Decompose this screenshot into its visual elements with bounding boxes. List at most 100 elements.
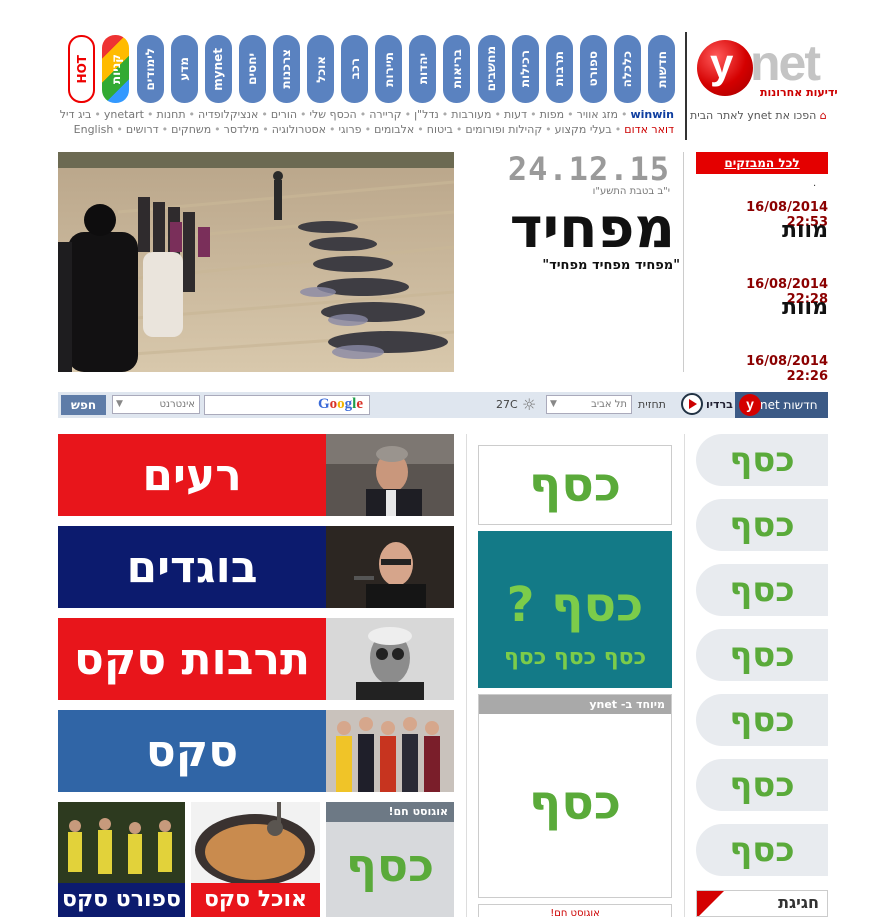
promo-banner[interactable]: רעים (58, 434, 454, 516)
nav-pill[interactable]: מדע (170, 35, 198, 103)
radio-news-label: חדשות net (760, 398, 818, 412)
money-ad-pill[interactable]: כסף (696, 759, 828, 811)
nav-pill[interactable]: רכב (341, 35, 369, 103)
nav-link[interactable]: מילדסר (224, 123, 260, 136)
main-story-photo[interactable] (58, 152, 454, 372)
person-photo (326, 526, 454, 608)
nav-link[interactable]: דואר אדום (624, 123, 674, 136)
nav-pill-label: יחסים (245, 53, 260, 85)
money-ad-word: כסף (729, 505, 795, 545)
search-scope-select[interactable]: ▼ אינטרנט (112, 395, 200, 414)
home-icon: ⌂ (819, 109, 827, 122)
money-ad-pill[interactable]: כסף (696, 564, 828, 616)
question-ad[interactable]: כסף ? כסף כסף כסף (478, 531, 672, 688)
food-tile[interactable]: אוכל סקס (191, 802, 320, 917)
separator-dot: • (567, 108, 574, 121)
separator-dot: • (300, 108, 307, 121)
all-breaking-news-link[interactable]: לכל המבזקים (696, 152, 828, 174)
ad-box[interactable]: כסף (478, 445, 672, 525)
ynet-radio-logo: y (739, 394, 761, 416)
nav-link[interactable]: מעורבות (451, 108, 491, 121)
nav-link[interactable]: הכסף שלי (310, 108, 357, 121)
august-tile-header: אוגוסט חם! (326, 802, 454, 822)
money-ad-pill[interactable]: כסף (696, 694, 828, 746)
nav-link[interactable]: קריירה (369, 108, 401, 121)
money-ad-pill[interactable]: כסף (696, 499, 828, 551)
nav-link[interactable]: English (74, 123, 114, 136)
nav-link[interactable]: משחקים (171, 123, 211, 136)
nav-pill[interactable]: mynet (204, 35, 232, 103)
celebration-box[interactable]: חגיגת (696, 890, 828, 917)
separator-dot: • (620, 108, 628, 121)
ynet-logo-text[interactable]: net (750, 34, 821, 92)
group-photo (326, 710, 454, 792)
money-ad-pill[interactable]: כסף (696, 629, 828, 681)
ynet-logo-ball[interactable]: y (697, 40, 753, 96)
money-ad-pill[interactable]: כסף (696, 824, 828, 876)
nav-link[interactable]: אנציקלופדיה (198, 108, 258, 121)
city-select[interactable]: ▼ תל אביב (546, 395, 632, 414)
promo-banner[interactable]: תרבות סקס (58, 618, 454, 700)
nav-link[interactable]: דרושים (126, 123, 159, 136)
nav-link[interactable]: מזג אוויר (577, 108, 618, 121)
nav-link[interactable]: winwin (630, 108, 674, 121)
promo-banner[interactable]: בוגדים (58, 526, 454, 608)
google-letter: o (337, 396, 345, 412)
nav-pill[interactable]: יהדות (409, 35, 437, 103)
nav-pill[interactable]: צרכנות (272, 35, 300, 103)
nav-pill[interactable]: בריאות (443, 35, 471, 103)
nav-link[interactable]: קהילות ופורומים (465, 123, 542, 136)
nav-pill[interactable]: ספורט (579, 35, 607, 103)
special-ad[interactable]: מיוחד ב- ynet כסף (478, 694, 672, 898)
nav-pill[interactable]: חדשות (648, 35, 675, 103)
sport-tile[interactable]: ספורט סקס (58, 802, 185, 917)
person-photo (326, 618, 454, 700)
nav-link[interactable]: ביטוח (427, 123, 453, 136)
nav-pill[interactable]: מחשבים (477, 35, 505, 103)
nav-pill-label: תרבות (552, 51, 567, 87)
city-value: תל אביב (591, 399, 627, 410)
corner-ribbon (697, 891, 724, 916)
nav-pill[interactable]: כלכלה (613, 35, 641, 103)
nav-link[interactable]: הורים (271, 108, 297, 121)
set-homepage-link[interactable]: ⌂ הפכו את ynet לאתר הבית (690, 109, 827, 122)
play-icon[interactable] (681, 393, 703, 415)
nav-link[interactable]: אלבומים (374, 123, 414, 136)
nav-pill-label: צרכנות (279, 49, 294, 89)
nav-link[interactable]: ביג דיל (60, 108, 92, 121)
nav-link[interactable]: ynetart (104, 108, 144, 121)
ticker-divider (683, 152, 684, 372)
sport-tile-label: ספורט סקס (58, 883, 185, 917)
nav-pill[interactable]: קניות (102, 35, 130, 103)
nav-pill[interactable]: יחסים (238, 35, 266, 103)
ticker-headline[interactable]: מוות (708, 295, 828, 320)
radio-label[interactable]: ברדיו (706, 398, 733, 411)
money-ad-pill[interactable]: כסף (696, 434, 828, 486)
separator-dot: • (188, 108, 196, 121)
main-subheadline[interactable]: "מפחיד מפחיד מפחיד" (465, 258, 680, 273)
ad-word: כסף (528, 457, 622, 513)
august-tile[interactable]: אוגוסט חם! כסף (326, 802, 454, 917)
nav-pill[interactable]: תיירות (375, 35, 403, 103)
nav-pill[interactable]: תרבות (545, 35, 573, 103)
nav-pill-label: מחשבים (484, 46, 498, 92)
nav-pill[interactable]: לימודים (136, 35, 164, 103)
nav-link[interactable]: דעות (504, 108, 527, 121)
forecast-link[interactable]: תחזית (638, 398, 666, 411)
nav-link[interactable]: אסטרולוגיה (272, 123, 326, 136)
nav-link[interactable]: מפות (540, 108, 565, 121)
nav-pill[interactable]: אוכל (307, 35, 334, 103)
nav-link[interactable]: נדל"ן (414, 108, 439, 121)
nav-link[interactable]: תחנות (157, 108, 186, 121)
ticker-headline[interactable]: מוות (708, 218, 828, 243)
nav-pill[interactable]: HOT (68, 35, 96, 103)
nav-link[interactable]: בעלי מקצוע (555, 123, 612, 136)
nav-pill[interactable]: רכילות (511, 35, 539, 103)
next-ad-box[interactable]: אוגוסט חם! (478, 904, 672, 917)
money-ad-word: כסף (729, 570, 795, 610)
nav-link[interactable]: פרוגי (338, 123, 361, 136)
search-button[interactable]: חפש (61, 395, 106, 415)
separator-dot: • (161, 123, 169, 136)
main-headline[interactable]: מפחיד (465, 196, 675, 261)
promo-banner[interactable]: סקס (58, 710, 454, 792)
